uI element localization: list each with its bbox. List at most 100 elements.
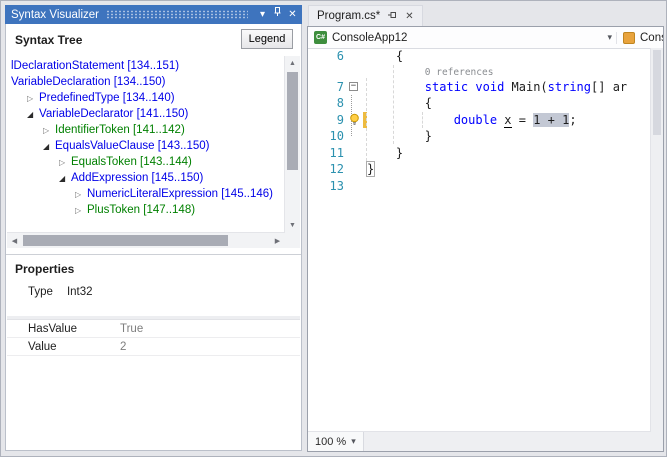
- expand-arrow-icon[interactable]: ▷: [43, 126, 55, 135]
- pin-icon[interactable]: [270, 5, 285, 24]
- tree-horizontal-scrollbar[interactable]: ◀ ▶: [7, 232, 285, 248]
- zoom-value: 100 %: [315, 435, 347, 448]
- collapse-region-icon[interactable]: −: [349, 81, 358, 91]
- member-dropdown[interactable]: Cons: [616, 31, 663, 44]
- codelens-line[interactable]: 0 references: [308, 65, 651, 79]
- property-value: True: [120, 322, 144, 335]
- code-line[interactable]: 12}: [308, 161, 651, 178]
- scrollbar-corner: [651, 432, 663, 451]
- tree-item-label: IdentifierToken [141..142): [55, 124, 185, 136]
- expand-arrow-icon[interactable]: ▷: [75, 206, 87, 215]
- tree-item[interactable]: lDeclarationStatement [134..151): [7, 58, 285, 74]
- tree-hscroll-thumb[interactable]: [23, 235, 228, 246]
- tree-item[interactable]: ▷ EqualsToken [143..144): [7, 154, 285, 170]
- type-row: Type Int32: [28, 286, 93, 298]
- glyph-margin: [347, 145, 363, 162]
- code-text: {: [367, 96, 433, 110]
- scroll-left-icon[interactable]: ◀: [7, 233, 22, 248]
- editor-vertical-scrollbar[interactable]: [650, 48, 663, 432]
- tree-item[interactable]: ▷ PredefinedType [134..140): [7, 90, 285, 106]
- type-value: Int32: [66, 286, 93, 298]
- property-row[interactable]: Value 2: [7, 338, 300, 356]
- glyph-margin: [347, 48, 363, 65]
- collapse-arrow-icon[interactable]: ◢: [43, 142, 55, 151]
- tree-item-label: PlusToken [147..148): [87, 204, 196, 216]
- syntax-visualizer-toolwindow: Syntax Visualizer ▾ ✕ Syntax Tree Legend…: [5, 5, 302, 451]
- expand-arrow-icon[interactable]: ▷: [75, 190, 87, 199]
- collapse-arrow-icon[interactable]: ◢: [27, 110, 39, 119]
- code-line[interactable]: 11 }: [308, 145, 651, 162]
- tree-item[interactable]: ◢ AddExpression [145..150): [7, 170, 285, 186]
- editor-vscroll-thumb[interactable]: [653, 50, 661, 135]
- glyph-margin: [347, 178, 363, 195]
- document-tab-strip: Program.cs* ✕: [308, 5, 664, 26]
- navigation-bar: C# ConsoleApp12 ▾ Cons: [308, 27, 663, 49]
- line-number: 7: [336, 79, 344, 94]
- syntax-tree-rows: lDeclarationStatement [134..151) Variable…: [7, 58, 285, 233]
- indent-guide: [422, 112, 423, 128]
- member-dropdown-value: Cons: [640, 31, 663, 44]
- project-dropdown[interactable]: C# ConsoleApp12 ▾: [308, 31, 616, 44]
- expand-arrow-icon[interactable]: ▷: [27, 94, 39, 103]
- zoom-control[interactable]: 100 % ▾: [308, 432, 364, 451]
- close-icon[interactable]: ✕: [285, 5, 300, 24]
- indent-guide: [366, 78, 367, 161]
- chevron-down-icon: ▾: [351, 436, 356, 446]
- project-dropdown-value: ConsoleApp12: [332, 31, 408, 44]
- class-icon: [623, 31, 635, 44]
- property-grid: HasValue True Value 2: [7, 316, 300, 356]
- track-changes-margin: [363, 178, 367, 195]
- glyph-margin: [347, 95, 363, 112]
- glyph-margin: [347, 128, 363, 145]
- code-text: }: [367, 145, 404, 160]
- collapse-arrow-icon[interactable]: ◢: [59, 174, 71, 183]
- code-line[interactable]: 13: [308, 178, 651, 195]
- code-text: {: [367, 49, 404, 63]
- properties-header: Properties: [15, 262, 75, 276]
- code-line[interactable]: 9 double x = 1 + 1;: [308, 111, 651, 129]
- code-line[interactable]: 7− static void Main(string[] ar: [308, 79, 651, 96]
- tree-item-label: lDeclarationStatement [134..151): [11, 60, 180, 72]
- tree-item[interactable]: ▷ NumericLiteralExpression [145..146): [7, 186, 285, 202]
- code-line[interactable]: 10 }: [308, 128, 651, 145]
- lightbulb-icon[interactable]: [348, 113, 361, 127]
- tree-item[interactable]: VariableDeclaration [134..150): [7, 74, 285, 90]
- tree-item-label: VariableDeclarator [141..150): [39, 108, 189, 120]
- code-editor[interactable]: 6 { 0 references 7− static void Main(stri…: [308, 48, 651, 432]
- code-text: double x = 1 + 1;: [453, 112, 577, 128]
- glyph-margin: −: [347, 79, 363, 96]
- toolwindow-titlebar[interactable]: Syntax Visualizer ▾ ✕: [5, 5, 302, 24]
- close-icon[interactable]: ✕: [405, 11, 413, 22]
- code-line[interactable]: 8 {: [308, 95, 651, 112]
- tree-item[interactable]: ▷ IdentifierToken [141..142): [7, 122, 285, 138]
- scroll-down-icon[interactable]: ▼: [285, 218, 300, 233]
- code-line[interactable]: 6 {: [308, 48, 651, 65]
- type-label: Type: [28, 286, 53, 298]
- line-number: 13: [329, 178, 344, 193]
- tree-item-label: EqualsValueClause [143..150): [55, 140, 210, 152]
- tree-item-label: AddExpression [145..150): [71, 172, 204, 184]
- legend-button[interactable]: Legend: [241, 29, 293, 49]
- expand-arrow-icon[interactable]: ▷: [59, 158, 71, 167]
- toolwindow-title: Syntax Visualizer: [11, 8, 99, 21]
- tab-program-cs[interactable]: Program.cs* ✕: [308, 5, 423, 26]
- scroll-right-icon[interactable]: ▶: [270, 233, 285, 248]
- properties-separator: [6, 254, 301, 255]
- tree-item-label: EqualsToken [143..144): [71, 156, 192, 168]
- window-position-icon[interactable]: ▾: [255, 5, 270, 24]
- tree-vertical-scrollbar[interactable]: ▲ ▼: [284, 56, 300, 233]
- glyph-margin: [347, 112, 363, 129]
- tree-item[interactable]: ▷ PlusToken [147..148): [7, 202, 285, 218]
- tree-item[interactable]: ◢ EqualsValueClause [143..150): [7, 138, 285, 154]
- code-text: }: [366, 161, 376, 177]
- chevron-down-icon: ▾: [607, 32, 612, 42]
- tree-vscroll-thumb[interactable]: [287, 72, 298, 170]
- editor-bottom-bar: 100 % ▾: [308, 431, 651, 451]
- tree-item[interactable]: ◢ VariableDeclarator [141..150): [7, 106, 285, 122]
- glyph-margin: [347, 161, 363, 178]
- scroll-up-icon[interactable]: ▲: [285, 56, 300, 71]
- line-number: 11: [329, 145, 344, 160]
- property-row[interactable]: HasValue True: [7, 320, 300, 338]
- toolwindow-body: Syntax Tree Legend lDeclarationStatement…: [5, 24, 302, 451]
- pin-icon[interactable]: [387, 10, 398, 23]
